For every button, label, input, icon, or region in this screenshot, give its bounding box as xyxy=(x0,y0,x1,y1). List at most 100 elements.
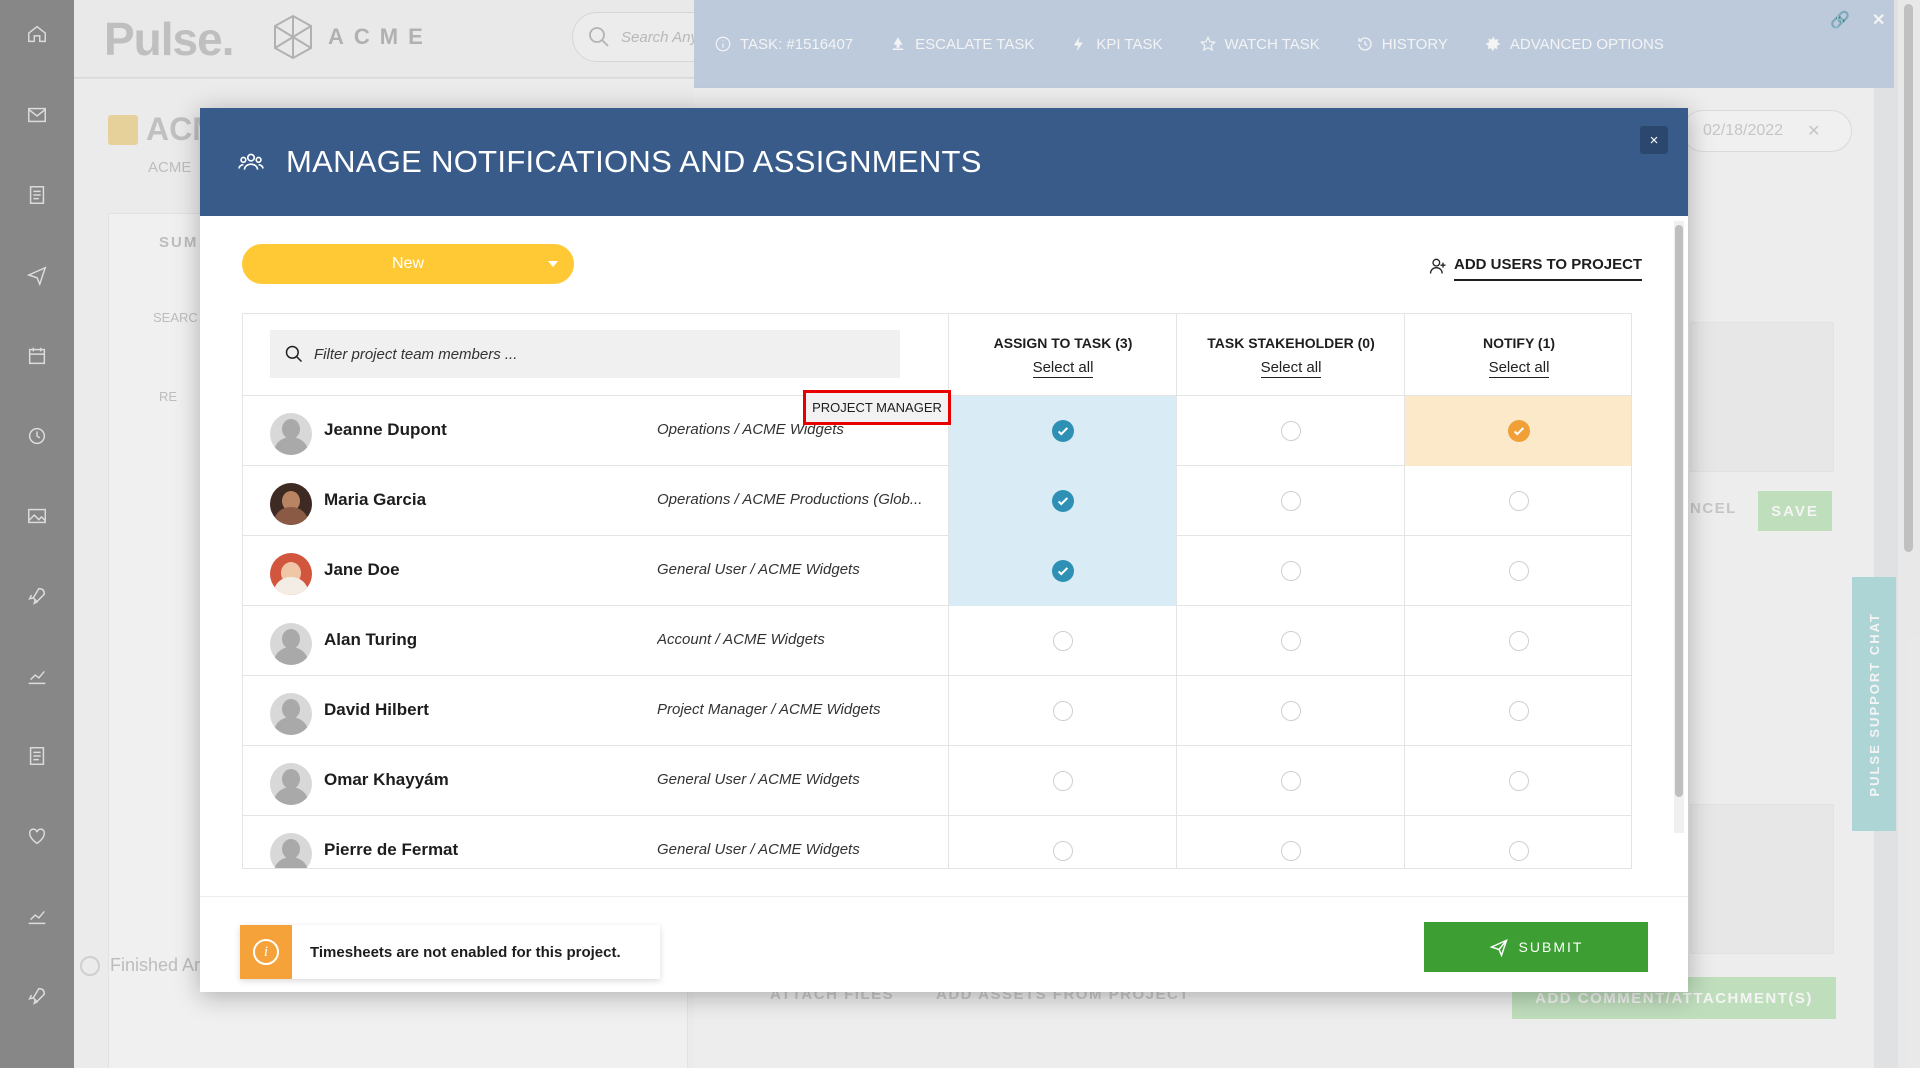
select-all-link[interactable]: Select all xyxy=(1488,359,1550,378)
status-value: New xyxy=(391,255,424,272)
avatar xyxy=(270,623,312,665)
unchecked-radio[interactable] xyxy=(1508,491,1529,511)
checked-icon[interactable] xyxy=(1051,490,1074,512)
footer-divider xyxy=(200,896,1688,897)
modal-close-button[interactable]: × xyxy=(1640,126,1668,154)
notify-cell[interactable] xyxy=(1404,536,1631,606)
send-icon xyxy=(1488,938,1508,957)
table-row: Jane Doe General User / ACME Widgets xyxy=(243,536,1631,606)
task-stakeholder-cell[interactable] xyxy=(1176,676,1404,746)
modal-header: MANAGE NOTIFICATIONS AND ASSIGNMENTS xyxy=(200,108,1688,216)
modal-scrollbar-thumb[interactable] xyxy=(1675,225,1683,797)
assign-to-task-cell[interactable] xyxy=(948,606,1176,676)
info-icon: i xyxy=(240,925,292,979)
member-role: General User / ACME Widgets xyxy=(657,771,860,788)
modal-title: MANAGE NOTIFICATIONS AND ASSIGNMENTS xyxy=(286,144,982,179)
checked-icon[interactable] xyxy=(1507,420,1530,442)
notify-cell[interactable] xyxy=(1404,466,1631,536)
notify-cell[interactable] xyxy=(1404,816,1631,868)
member-name: Alan Turing xyxy=(324,630,418,649)
unchecked-radio[interactable] xyxy=(1052,631,1073,651)
unchecked-radio[interactable] xyxy=(1280,701,1301,721)
notify-cell[interactable] xyxy=(1404,396,1631,466)
page: Pulse. ACME Search Any ACM ACME SUM SEAR… xyxy=(0,0,1920,1068)
table-row: David Hilbert Project Manager / ACME Widg… xyxy=(243,676,1631,746)
status-dropdown[interactable]: New xyxy=(242,244,574,284)
assign-to-task-cell[interactable] xyxy=(948,536,1176,606)
member-name: David Hilbert xyxy=(324,700,429,719)
table-row: Pierre de Fermat General User / ACME Widg… xyxy=(243,816,1631,868)
checked-icon[interactable] xyxy=(1051,560,1074,582)
add-user-icon xyxy=(1429,258,1446,274)
assign-to-task-cell[interactable] xyxy=(948,396,1176,466)
notify-cell[interactable] xyxy=(1404,606,1631,676)
avatar xyxy=(270,483,312,525)
member-name: Jane Doe xyxy=(324,560,400,579)
unchecked-radio[interactable] xyxy=(1508,841,1529,861)
table-row: Maria Garcia Operations / ACME Production… xyxy=(243,466,1631,536)
column-title: NOTIFY (1) xyxy=(1482,335,1556,351)
unchecked-radio[interactable] xyxy=(1508,771,1529,791)
avatar xyxy=(270,413,312,455)
table-row: Alan Turing Account / ACME Widgets xyxy=(243,606,1631,676)
manage-notifications-modal: MANAGE NOTIFICATIONS AND ASSIGNMENTS × N… xyxy=(200,108,1688,992)
select-all-link[interactable]: Select all xyxy=(1260,359,1322,378)
select-all-link[interactable]: Select all xyxy=(1032,359,1094,378)
task-stakeholder-cell[interactable] xyxy=(1176,606,1404,676)
member-role: General User / ACME Widgets xyxy=(657,561,860,578)
unchecked-radio[interactable] xyxy=(1052,701,1073,721)
submit-label: SUBMIT xyxy=(1518,939,1584,955)
unchecked-radio[interactable] xyxy=(1280,561,1301,581)
unchecked-radio[interactable] xyxy=(1280,631,1301,651)
task-stakeholder-cell[interactable] xyxy=(1176,396,1404,466)
column-header: TASK STAKEHOLDER (0) Select all xyxy=(1177,314,1405,396)
modal-scrollbar[interactable] xyxy=(1674,221,1684,833)
column-header: ASSIGN TO TASK (3) Select all xyxy=(949,314,1177,396)
member-role: General User / ACME Widgets xyxy=(657,841,860,858)
unchecked-radio[interactable] xyxy=(1508,701,1529,721)
avatar xyxy=(270,833,312,868)
member-role: Operations / ACME Productions (Glob... xyxy=(657,491,923,508)
unchecked-radio[interactable] xyxy=(1052,841,1073,861)
member-name: Omar Khayyám xyxy=(324,770,449,789)
assign-to-task-cell[interactable] xyxy=(948,816,1176,868)
assign-to-task-cell[interactable] xyxy=(948,466,1176,536)
timesheet-notice: i Timesheets are not enabled for this pr… xyxy=(240,925,660,979)
unchecked-radio[interactable] xyxy=(1280,421,1301,441)
submit-button[interactable]: SUBMIT xyxy=(1424,922,1648,972)
notify-cell[interactable] xyxy=(1404,676,1631,746)
column-title: TASK STAKEHOLDER (0) xyxy=(1207,335,1375,351)
avatar xyxy=(270,553,312,595)
assign-to-task-cell[interactable] xyxy=(948,676,1176,746)
project-manager-badge: PROJECT MANAGER xyxy=(803,390,951,425)
task-stakeholder-cell[interactable] xyxy=(1176,466,1404,536)
task-stakeholder-cell[interactable] xyxy=(1176,746,1404,816)
unchecked-radio[interactable] xyxy=(1508,631,1529,651)
search-icon xyxy=(285,345,303,363)
unchecked-radio[interactable] xyxy=(1280,771,1301,791)
add-users-to-project-link[interactable]: ADD USERS TO PROJECT xyxy=(1428,256,1643,281)
member-name: Maria Garcia xyxy=(324,490,427,509)
chevron-down-icon xyxy=(548,261,558,267)
avatar xyxy=(270,763,312,805)
filter-placeholder: Filter project team members ... xyxy=(314,345,518,363)
checked-icon[interactable] xyxy=(1051,420,1074,442)
assign-to-task-cell[interactable] xyxy=(948,746,1176,816)
users-group-icon xyxy=(238,153,264,170)
unchecked-radio[interactable] xyxy=(1508,561,1529,581)
avatar xyxy=(270,693,312,735)
member-role: Account / ACME Widgets xyxy=(657,631,825,648)
member-name: Jeanne Dupont xyxy=(324,420,447,439)
member-role: Project Manager / ACME Widgets xyxy=(657,701,881,718)
task-stakeholder-cell[interactable] xyxy=(1176,816,1404,868)
unchecked-radio[interactable] xyxy=(1280,841,1301,861)
unchecked-radio[interactable] xyxy=(1052,771,1073,791)
timesheet-notice-text: Timesheets are not enabled for this proj… xyxy=(310,943,621,961)
task-stakeholder-cell[interactable] xyxy=(1176,536,1404,606)
filter-members-input[interactable]: Filter project team members ... xyxy=(270,330,900,378)
add-users-label: ADD USERS TO PROJECT xyxy=(1454,256,1643,281)
unchecked-radio[interactable] xyxy=(1280,491,1301,511)
notify-cell[interactable] xyxy=(1404,746,1631,816)
table-row: Omar Khayyám General User / ACME Widgets xyxy=(243,746,1631,816)
member-name: Pierre de Fermat xyxy=(324,840,459,859)
